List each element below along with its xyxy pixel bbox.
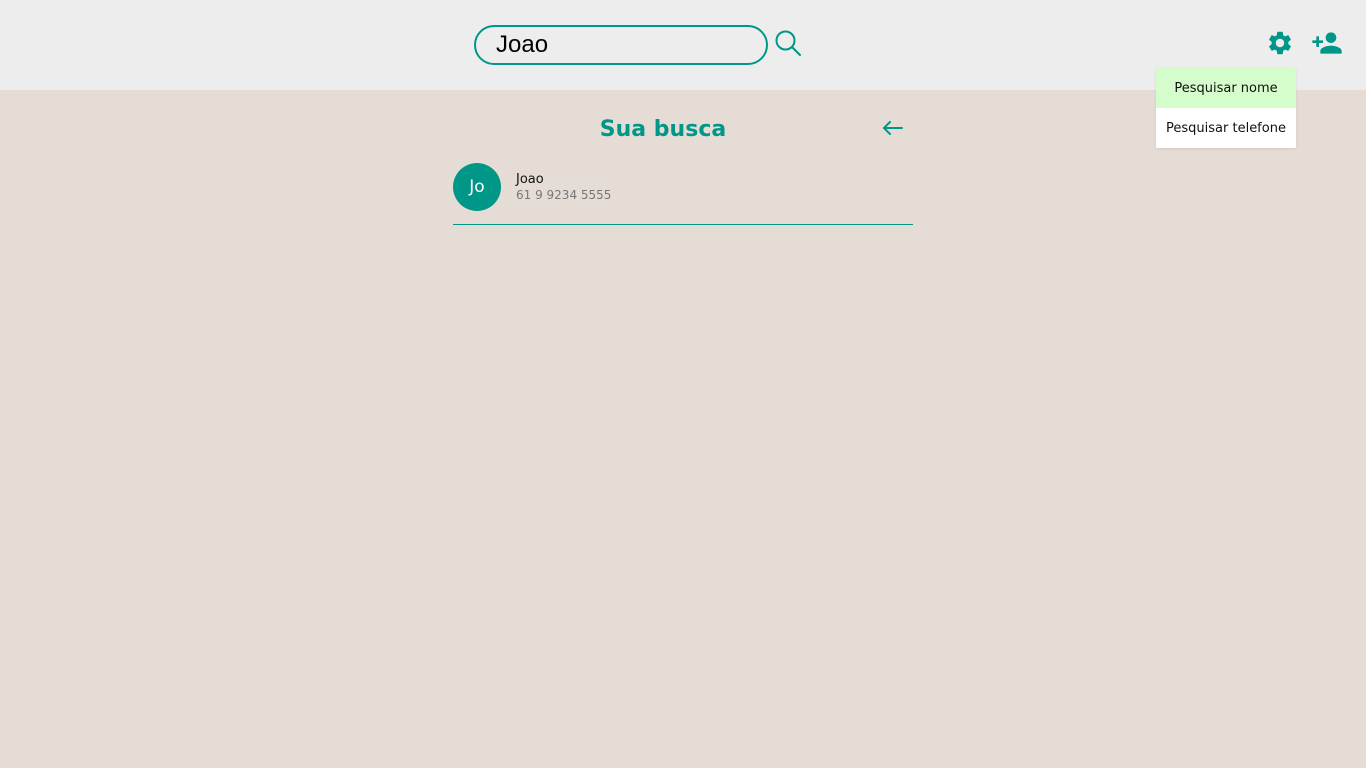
page-title: Sua busca <box>599 117 727 142</box>
contact-phone: 61 9 9234 5555 <box>516 188 612 202</box>
arrow-left-icon <box>882 120 904 140</box>
search-mode-menu: Pesquisar nome Pesquisar telefone <box>1156 68 1296 148</box>
add-contact-button[interactable] <box>1310 28 1344 62</box>
search-icon <box>774 29 802 60</box>
avatar: Jo <box>453 163 501 211</box>
menu-item-search-name[interactable]: Pesquisar nome <box>1156 68 1296 108</box>
search-input[interactable] <box>474 25 768 65</box>
menu-item-search-phone[interactable]: Pesquisar telefone <box>1156 108 1296 148</box>
list-item[interactable]: Jo Joao 61 9 9234 5555 <box>453 160 913 225</box>
back-button[interactable] <box>879 117 907 143</box>
contact-name: Joao <box>516 172 544 187</box>
gear-icon <box>1266 29 1294 61</box>
settings-button[interactable] <box>1264 29 1296 61</box>
add-user-icon <box>1311 27 1343 63</box>
search-button[interactable] <box>771 27 805 61</box>
